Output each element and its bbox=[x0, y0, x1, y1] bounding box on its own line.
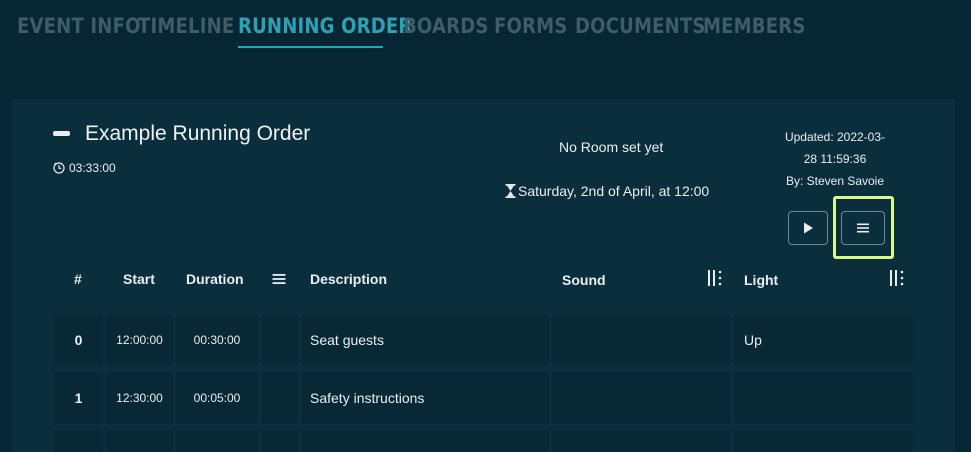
row-start: 12:30:00 bbox=[116, 391, 163, 405]
cell-duration[interactable] bbox=[176, 430, 258, 452]
row-description: Seat guests bbox=[310, 332, 384, 348]
cell-start[interactable] bbox=[106, 430, 173, 452]
row-number: 0 bbox=[74, 332, 83, 348]
minus-icon[interactable] bbox=[53, 131, 70, 136]
updated-by: By: Steven Savoie bbox=[785, 174, 885, 188]
cell-start[interactable]: 12:30:00 bbox=[106, 372, 173, 424]
play-button[interactable] bbox=[788, 211, 828, 245]
cell-description[interactable] bbox=[301, 430, 549, 452]
row-light: Up bbox=[744, 332, 762, 348]
cell-extra[interactable] bbox=[261, 430, 298, 452]
updated-timestamp-line2: 28 11:59:36 bbox=[803, 152, 867, 166]
cell-sound[interactable] bbox=[552, 314, 731, 366]
clock-icon bbox=[53, 162, 65, 174]
menu-icon bbox=[857, 223, 869, 233]
top-nav: EVENT INFO TIMELINE RUNNING ORDER BOARDS… bbox=[0, 0, 971, 60]
tab-event-info[interactable]: EVENT INFO bbox=[17, 14, 141, 38]
tab-documents[interactable]: DOCUMENTS bbox=[575, 14, 706, 38]
duration-value: 03:33:00 bbox=[69, 161, 116, 175]
cell-light[interactable] bbox=[734, 430, 913, 452]
row-start: 12:00:00 bbox=[116, 333, 163, 347]
room-label: No Room set yet bbox=[559, 139, 664, 155]
updated-timestamp-line1: Updated: 2022-03- bbox=[784, 130, 886, 144]
cell-light[interactable] bbox=[734, 372, 913, 424]
column-resize-icon[interactable] bbox=[889, 269, 905, 287]
column-menu-icon[interactable] bbox=[272, 273, 286, 285]
tab-members[interactable]: MEMBERS bbox=[703, 14, 806, 38]
cell-duration[interactable]: 00:30:00 bbox=[176, 314, 258, 366]
cell-duration[interactable]: 00:05:00 bbox=[176, 372, 258, 424]
column-resize-icon[interactable] bbox=[707, 269, 723, 287]
cell-extra[interactable] bbox=[261, 314, 298, 366]
header-light: Light bbox=[744, 272, 779, 288]
play-icon bbox=[804, 222, 813, 234]
row-duration: 00:30:00 bbox=[193, 333, 241, 347]
total-duration: 03:33:00 bbox=[53, 161, 116, 175]
header-description: Description bbox=[310, 271, 388, 287]
cell-sound[interactable] bbox=[552, 430, 731, 452]
cell-description[interactable]: Safety instructions bbox=[301, 372, 549, 424]
updated-info: Updated: 2022-03- 28 11:59:36 By: Steven… bbox=[770, 126, 900, 192]
header-sound: Sound bbox=[562, 272, 606, 288]
tab-forms[interactable]: FORMS bbox=[494, 14, 567, 38]
cell-number[interactable]: 1 bbox=[54, 372, 103, 424]
row-number: 1 bbox=[74, 390, 83, 406]
date-value: Saturday, 2nd of April, at 12:00 bbox=[518, 183, 710, 199]
cell-number[interactable] bbox=[54, 430, 103, 452]
hourglass-icon bbox=[505, 184, 516, 198]
header-number: # bbox=[74, 271, 82, 287]
active-tab-underline bbox=[238, 46, 383, 48]
tab-timeline[interactable]: TIMELINE bbox=[138, 14, 234, 38]
row-description: Safety instructions bbox=[310, 390, 425, 406]
cell-start[interactable]: 12:00:00 bbox=[106, 314, 173, 366]
menu-button[interactable] bbox=[841, 211, 885, 245]
cell-light[interactable]: Up bbox=[734, 314, 913, 366]
event-date: Saturday, 2nd of April, at 12:00 bbox=[505, 183, 709, 199]
cell-sound[interactable] bbox=[552, 372, 731, 424]
cell-number[interactable]: 0 bbox=[54, 314, 103, 366]
row-duration: 00:05:00 bbox=[193, 391, 241, 405]
header-duration: Duration bbox=[186, 271, 244, 287]
tab-running-order[interactable]: RUNNING ORDER bbox=[238, 14, 412, 38]
header-start: Start bbox=[123, 271, 155, 287]
running-order-title: Example Running Order bbox=[85, 122, 311, 145]
cell-extra[interactable] bbox=[261, 372, 298, 424]
tab-boards[interactable]: BOARDS bbox=[403, 14, 489, 38]
cell-description[interactable]: Seat guests bbox=[301, 314, 549, 366]
